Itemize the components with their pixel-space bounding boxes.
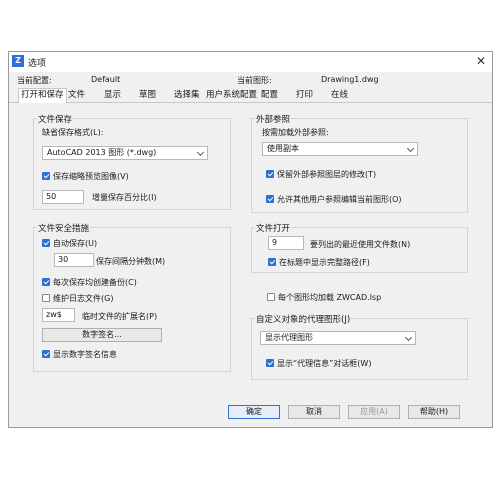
ok-button[interactable]: 确定 — [228, 405, 280, 419]
current-profile-value: Default — [91, 75, 121, 84]
file-safety-title: 文件安全措施 — [37, 222, 91, 234]
apply-button[interactable]: 应用(A) — [348, 405, 400, 419]
thumbnail-label: 保存缩略预览图像(V) — [53, 172, 129, 181]
current-drawing-label: 当前图形: — [237, 76, 272, 85]
tab-open-save[interactable]: 打开和保存 — [18, 88, 67, 103]
save-interval-input[interactable]: 30 — [54, 253, 94, 267]
tab-profiles[interactable]: 配置 — [261, 89, 278, 102]
tab-bar: 打开和保存 文件 显示 草图 选择集 用户系统配置 配置 打印 在线 — [9, 88, 492, 103]
save-format-label: 缺省保存格式(L): — [42, 128, 104, 137]
current-drawing-value: Drawing1.dwg — [321, 75, 379, 84]
file-safety-group: 文件安全措施 自动保存(U) 30 保存间隔分钟数(M) 每次保存均创建备份(C… — [33, 222, 231, 372]
help-button[interactable]: 帮助(H) — [408, 405, 460, 419]
tab-files[interactable]: 文件 — [68, 89, 85, 102]
tab-drafting[interactable]: 草图 — [139, 89, 156, 102]
tab-display[interactable]: 显示 — [104, 89, 121, 102]
close-icon[interactable]: ✕ — [476, 54, 486, 68]
log-file-label: 维护日志文件(G) — [53, 294, 114, 303]
allow-xref-edit-label: 允许其他用户参照编辑当前图形(O) — [277, 195, 402, 204]
xref-group: 外部参照 按需加载外部参照: 使用副本 保留外部参照图层的修改(T) 允许其他用… — [251, 113, 468, 213]
incremental-save-label: 增量保存百分比(I) — [92, 193, 157, 202]
retain-xref-checkbox[interactable] — [266, 170, 274, 178]
xref-load-label: 按需加载外部参照: — [262, 128, 329, 137]
full-path-checkbox[interactable] — [268, 258, 276, 266]
show-signature-checkbox[interactable] — [42, 350, 50, 358]
file-save-title: 文件保存 — [37, 113, 74, 125]
save-format-value: AutoCAD 2013 图形 (*.dwg) — [47, 148, 157, 157]
app-logo-icon: Z — [12, 55, 24, 67]
backup-label: 每次保存均创建备份(C) — [53, 278, 137, 287]
load-lsp-label: 每个图形均加载 ZWCAD.lsp — [278, 293, 382, 302]
xref-title: 外部参照 — [255, 113, 292, 125]
file-open-group: 文件打开 9 要列出的最近使用文件数(N) 在标题中显示完整路径(F) — [251, 222, 468, 273]
title-bar: Z 选项 ✕ — [9, 52, 492, 72]
recent-files-label: 要列出的最近使用文件数(N) — [310, 240, 411, 249]
digital-signature-button[interactable]: 数字签名... — [42, 328, 162, 342]
file-save-group: 文件保存 缺省保存格式(L): AutoCAD 2013 图形 (*.dwg) … — [33, 113, 231, 210]
backup-checkbox[interactable] — [42, 278, 50, 286]
recent-files-input[interactable]: 9 — [268, 236, 304, 250]
file-open-title: 文件打开 — [255, 222, 292, 234]
full-path-label: 在标题中显示完整路径(F) — [279, 258, 370, 267]
retain-xref-label: 保留外部参照图层的修改(T) — [277, 170, 377, 179]
show-signature-label: 显示数字签名信息 — [53, 350, 117, 359]
xref-load-value: 使用副本 — [267, 144, 299, 153]
proxy-graphics-title: 自定义对象的代理图形(J) — [255, 313, 352, 325]
tab-online[interactable]: 在线 — [331, 89, 348, 102]
dialog-title: 选项 — [28, 59, 47, 69]
current-profile-label: 当前配置: — [17, 76, 52, 85]
tab-user-preferences[interactable]: 用户系统配置 — [206, 89, 257, 102]
temp-extension-label: 临时文件的扩展名(P) — [82, 312, 158, 321]
tab-selection[interactable]: 选择集 — [174, 89, 200, 102]
xref-load-select[interactable]: 使用副本 — [262, 142, 418, 156]
chevron-down-icon — [196, 148, 205, 157]
thumbnail-checkbox[interactable] — [42, 172, 50, 180]
log-file-checkbox[interactable] — [42, 294, 50, 302]
autosave-checkbox[interactable] — [42, 239, 50, 247]
cancel-button[interactable]: 取消 — [288, 405, 340, 419]
chevron-down-icon — [406, 144, 415, 153]
save-format-select[interactable]: AutoCAD 2013 图形 (*.dwg) — [42, 146, 208, 160]
proxy-graphics-select[interactable]: 显示代理图形 — [260, 331, 416, 345]
load-lsp-checkbox[interactable] — [267, 293, 275, 301]
incremental-save-input[interactable]: 50 — [42, 190, 84, 204]
autosave-label: 自动保存(U) — [53, 239, 98, 248]
chevron-down-icon — [404, 333, 413, 342]
proxy-graphics-value: 显示代理图形 — [265, 333, 313, 342]
proxy-graphics-group: 自定义对象的代理图形(J) 显示代理图形 显示“代理信息”对话框(W) — [251, 313, 468, 380]
temp-extension-input[interactable]: zw$ — [42, 308, 75, 322]
proxy-info-label: 显示“代理信息”对话框(W) — [277, 359, 372, 368]
save-interval-label: 保存间隔分钟数(M) — [96, 257, 166, 266]
tab-plot[interactable]: 打印 — [296, 89, 313, 102]
options-dialog: Z 选项 ✕ 当前配置: Default 当前图形: Drawing1.dwg … — [8, 51, 493, 428]
proxy-info-checkbox[interactable] — [266, 359, 274, 367]
allow-xref-edit-checkbox[interactable] — [266, 195, 274, 203]
